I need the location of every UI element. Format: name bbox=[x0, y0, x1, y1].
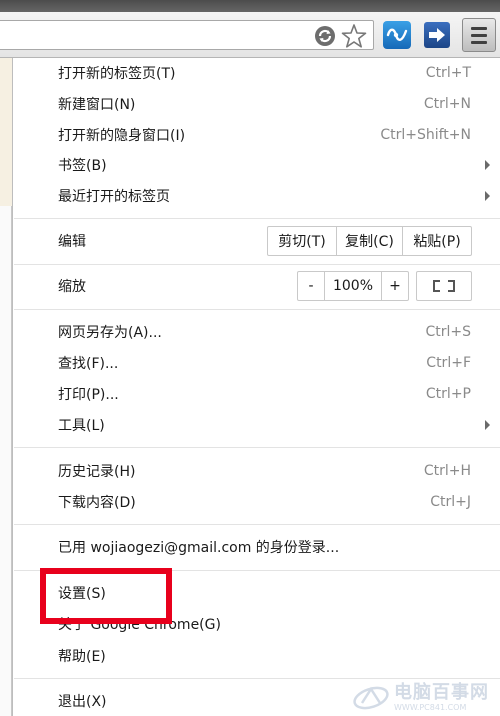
browser-toolbar bbox=[0, 12, 500, 58]
menu-item-label: 编辑 bbox=[58, 234, 86, 250]
menu-item-bookmarks[interactable]: 书签(B) bbox=[13, 150, 500, 180]
menu-item-label: 下载内容(D) bbox=[58, 495, 136, 511]
menu-item-history[interactable]: 历史记录(H) Ctrl+H bbox=[13, 456, 500, 486]
menu-item-new-tab[interactable]: 打开新的标签页(T) Ctrl+T bbox=[13, 58, 500, 88]
submenu-arrow-icon bbox=[485, 160, 490, 170]
sync-icon[interactable] bbox=[314, 25, 336, 47]
menu-item-recent-tabs[interactable]: 最近打开的标签页 bbox=[13, 181, 500, 211]
copy-button[interactable]: 复制(C) bbox=[336, 227, 402, 255]
fullscreen-button[interactable] bbox=[416, 271, 472, 301]
zoom-in-button[interactable]: + bbox=[382, 272, 408, 300]
menu-item-save-as[interactable]: 网页另存为(A)... Ctrl+S bbox=[13, 317, 500, 347]
menu-separator bbox=[14, 309, 500, 310]
menu-item-shortcut: Ctrl+F bbox=[426, 355, 471, 371]
menu-item-label: 新建窗口(N) bbox=[58, 97, 136, 113]
menu-item-signed-in[interactable]: 已用 wojiaogezi@gmail.com 的身份登录... bbox=[13, 532, 500, 562]
star-icon[interactable] bbox=[341, 23, 367, 49]
menu-item-new-incognito[interactable]: 打开新的隐身窗口(I) Ctrl+Shift+N bbox=[13, 120, 500, 150]
extension-icon[interactable] bbox=[383, 21, 411, 49]
zoom-button-group: - 100% + bbox=[297, 271, 409, 301]
menu-separator bbox=[14, 218, 500, 219]
settings-highlight-box bbox=[40, 568, 172, 624]
page-content-edge bbox=[0, 58, 12, 716]
menu-item-tools[interactable]: 工具(L) bbox=[13, 410, 500, 440]
zoom-level: 100% bbox=[324, 272, 382, 300]
hamburger-menu-icon[interactable] bbox=[462, 18, 496, 52]
menu-item-shortcut: Ctrl+H bbox=[423, 463, 471, 479]
submenu-arrow-icon bbox=[485, 191, 490, 201]
zoom-out-button[interactable]: - bbox=[298, 272, 324, 300]
menu-separator bbox=[14, 264, 500, 265]
menu-item-label: 查找(F)... bbox=[58, 356, 119, 372]
menu-item-label: 缩放 bbox=[58, 279, 86, 295]
menu-item-label: 最近打开的标签页 bbox=[58, 189, 170, 205]
menu-separator bbox=[14, 524, 500, 525]
menu-item-label: 书签(B) bbox=[58, 158, 107, 174]
watermark-name: 电脑百事网 bbox=[394, 682, 489, 703]
extension-arrow-icon[interactable] bbox=[424, 22, 450, 48]
menu-item-new-window[interactable]: 新建窗口(N) Ctrl+N bbox=[13, 89, 500, 119]
watermark-logo-icon bbox=[353, 686, 389, 710]
menu-item-label: 打开新的标签页(T) bbox=[58, 66, 176, 82]
paste-button[interactable]: 粘贴(P) bbox=[402, 227, 471, 255]
edit-button-group: 剪切(T) 复制(C) 粘贴(P) bbox=[267, 226, 472, 256]
menu-item-label: 打印(P)... bbox=[58, 387, 119, 403]
menu-item-label: 已用 wojiaogezi@gmail.com 的身份登录... bbox=[58, 540, 340, 556]
menu-item-label: 历史记录(H) bbox=[58, 464, 136, 480]
menu-separator bbox=[14, 678, 500, 679]
menu-item-label: 打开新的隐身窗口(I) bbox=[58, 128, 186, 144]
menu-item-shortcut: Ctrl+T bbox=[425, 65, 471, 81]
menu-item-shortcut: Ctrl+J bbox=[430, 494, 471, 510]
cut-button[interactable]: 剪切(T) bbox=[268, 227, 336, 255]
menu-item-label: 网页另存为(A)... bbox=[58, 325, 162, 341]
menu-item-shortcut: Ctrl+N bbox=[423, 96, 471, 112]
menu-item-label: 退出(X) bbox=[58, 694, 107, 710]
menu-item-label: 帮助(E) bbox=[58, 649, 106, 665]
menu-item-shortcut: Ctrl+Shift+N bbox=[380, 127, 471, 143]
menu-item-downloads[interactable]: 下载内容(D) Ctrl+J bbox=[13, 487, 500, 517]
menu-item-find[interactable]: 查找(F)... Ctrl+F bbox=[13, 348, 500, 378]
watermark-url: WWW.PC841.COM bbox=[394, 703, 467, 712]
window-title-strip bbox=[0, 0, 500, 12]
submenu-arrow-icon bbox=[485, 420, 490, 430]
menu-item-shortcut: Ctrl+S bbox=[425, 324, 471, 340]
menu-item-label: 工具(L) bbox=[58, 418, 105, 434]
menu-item-print[interactable]: 打印(P)... Ctrl+P bbox=[13, 379, 500, 409]
menu-separator bbox=[14, 447, 500, 448]
menu-item-help[interactable]: 帮助(E) bbox=[13, 641, 500, 671]
watermark: 电脑百事网 WWW.PC841.COM bbox=[352, 680, 500, 716]
menu-item-shortcut: Ctrl+P bbox=[425, 386, 471, 402]
